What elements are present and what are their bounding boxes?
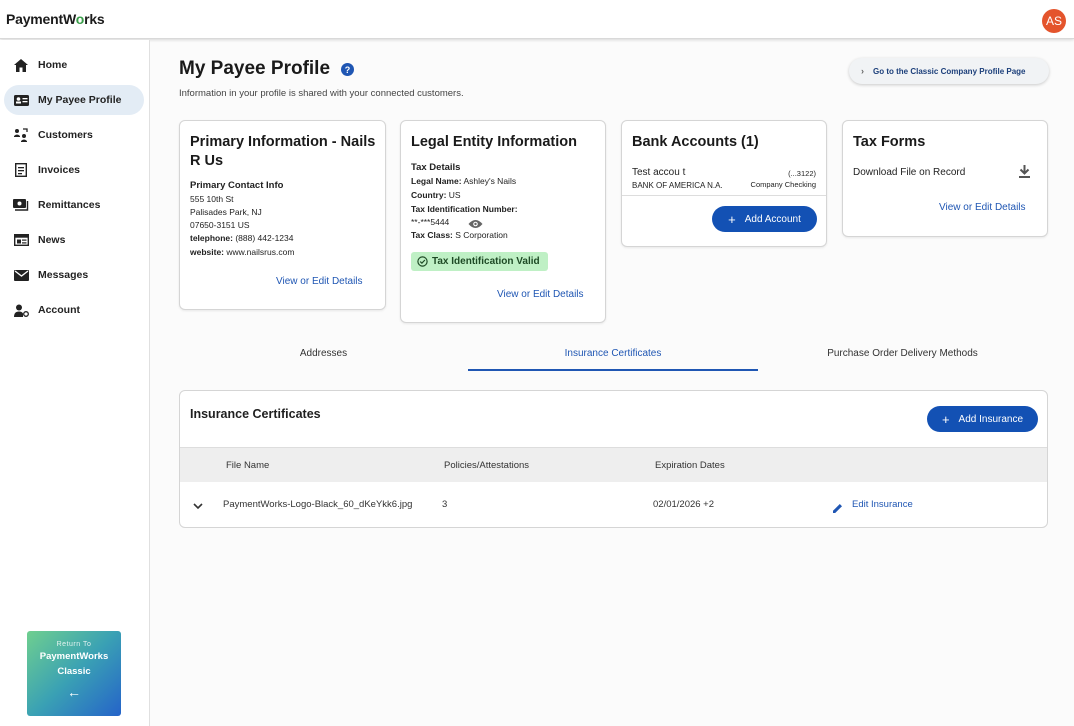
tab-addresses[interactable]: Addresses	[179, 348, 468, 371]
tax-forms-card: Tax Forms Download File on Record View o…	[842, 120, 1048, 237]
insurance-title: Insurance Certificates	[190, 407, 321, 421]
website: website: www.nailsrus.com	[190, 247, 295, 257]
table-header: File Name Policies/Attestations Expirati…	[180, 447, 1047, 482]
plus-icon: +	[728, 211, 736, 227]
policies-cell: 3	[442, 499, 448, 510]
sidebar-item-invoices[interactable]: Invoices	[4, 155, 144, 185]
column-expiration: Expiration Dates	[655, 460, 725, 471]
help-icon[interactable]: ?	[341, 63, 354, 76]
tax-valid-badge: Tax Identification Valid	[411, 252, 548, 271]
tax-forms-view-edit-link[interactable]: View or Edit Details	[939, 202, 1026, 213]
profile-tabs: Addresses Insurance Certificates Purchas…	[179, 348, 1047, 372]
tax-form-download-text: Download File on Record	[853, 167, 966, 178]
page-subtitle: Information in your profile is shared wi…	[179, 88, 464, 99]
tin-value: **-***5444	[411, 217, 450, 227]
classic-return-to-text: Return To	[56, 641, 92, 648]
return-to-classic-button[interactable]: Return To PaymentWorks Classic ←	[27, 631, 121, 716]
page-title: My Payee Profile	[179, 58, 331, 79]
invoice-icon	[4, 163, 38, 177]
app-logo[interactable]: PaymentWorks	[6, 11, 105, 27]
home-icon	[4, 58, 38, 72]
sidebar-item-label: Account	[38, 304, 80, 316]
sidebar-item-label: Invoices	[38, 164, 81, 176]
file-name-cell: PaymentWorks-Logo-Black_60_dKeYkk6.jpg	[223, 499, 413, 510]
legal-view-edit-link[interactable]: View or Edit Details	[497, 289, 584, 300]
tax-valid-label: Tax Identification Valid	[432, 256, 540, 267]
profile-card-icon	[4, 94, 38, 106]
user-avatar[interactable]: AS	[1042, 9, 1066, 33]
sidebar-item-messages[interactable]: Messages	[4, 260, 144, 290]
primary-view-edit-link[interactable]: View or Edit Details	[276, 276, 363, 287]
tax-class: Tax Class: S Corporation	[411, 230, 508, 240]
main-content: My Payee Profile ? Information in your p…	[150, 40, 1074, 726]
expiration-cell: 02/01/2026 +2	[653, 499, 715, 510]
divider	[622, 195, 826, 196]
download-icon[interactable]	[1019, 165, 1030, 183]
account-icon	[4, 304, 38, 317]
sidebar-item-remittances[interactable]: Remittances	[4, 190, 144, 220]
address-line3: 07650-3151 US	[190, 220, 250, 230]
edit-insurance-link[interactable]: Edit Insurance	[852, 499, 913, 510]
plus-icon: +	[941, 411, 950, 427]
add-insurance-button[interactable]: + Add Insurance	[927, 406, 1038, 432]
arrow-left-icon: ←	[67, 684, 81, 700]
tab-insurance-certificates[interactable]: Insurance Certificates	[468, 348, 758, 371]
sidebar-item-my-payee-profile[interactable]: My Payee Profile	[4, 85, 144, 115]
pencil-icon[interactable]	[833, 500, 843, 518]
primary-info-card: Primary Information - Nails R Us Primary…	[179, 120, 386, 310]
classic-profile-label: Go to the Classic Company Profile Page	[873, 66, 1026, 76]
legal-entity-card: Legal Entity Information Tax Details Leg…	[400, 120, 606, 323]
bank-accounts-card: Bank Accounts (1) Test accou t (...3122)…	[621, 120, 827, 247]
remittance-icon	[4, 199, 38, 211]
tab-purchase-order-delivery[interactable]: Purchase Order Delivery Methods	[758, 348, 1047, 371]
sidebar-item-label: Messages	[38, 269, 89, 281]
telephone: telephone: (888) 442-1234	[190, 233, 294, 243]
classic-profile-button[interactable]: › Go to the Classic Company Profile Page	[849, 58, 1049, 84]
add-account-button[interactable]: + Add Account	[712, 206, 817, 232]
sidebar-item-account[interactable]: Account	[4, 295, 144, 325]
chevron-right-icon: ›	[861, 66, 864, 76]
bank-account-name: Test accou t	[632, 167, 686, 178]
classic-line2: Classic	[57, 666, 91, 677]
legal-entity-title: Legal Entity Information	[411, 134, 577, 150]
sidebar: Home My Payee Profile Customers Invoices…	[0, 40, 150, 726]
chevron-down-icon[interactable]	[193, 497, 203, 515]
sidebar-item-label: My Payee Profile	[38, 94, 122, 106]
column-policies: Policies/Attestations	[444, 460, 530, 471]
sidebar-item-news[interactable]: News	[4, 225, 144, 255]
insurance-certificates-card: Insurance Certificates + Add Insurance Fi…	[179, 390, 1048, 528]
tax-forms-title: Tax Forms	[853, 134, 926, 150]
sidebar-item-label: Customers	[38, 129, 93, 141]
add-insurance-label: Add Insurance	[958, 413, 1024, 425]
tax-details-heading: Tax Details	[411, 162, 461, 173]
check-circle-icon	[417, 256, 428, 267]
sidebar-item-label: News	[38, 234, 66, 246]
primary-contact-heading: Primary Contact Info	[190, 180, 284, 191]
top-bar: PaymentWorks AS	[0, 0, 1074, 39]
add-account-label: Add Account	[744, 213, 801, 225]
address-line2: Palisades Park, NJ	[190, 207, 262, 217]
legal-name: Legal Name: Ashley's Nails	[411, 176, 517, 186]
column-file-name: File Name	[226, 460, 270, 471]
bank-account-type: Company Checking	[750, 180, 816, 189]
sidebar-item-label: Remittances	[38, 199, 101, 211]
address-line1: 555 10th St	[190, 194, 234, 204]
tin-label: Tax Identification Number:	[411, 204, 518, 214]
news-icon	[4, 234, 38, 246]
sidebar-item-label: Home	[38, 59, 68, 71]
primary-info-title: Primary Information - Nails R Us	[190, 134, 376, 169]
classic-line1: PaymentWorks	[39, 651, 109, 662]
sidebar-item-home[interactable]: Home	[4, 50, 144, 80]
customers-icon	[4, 128, 38, 142]
mail-icon	[4, 269, 38, 281]
country: Country: US	[411, 190, 461, 200]
bank-name: BANK OF AMERICA N.A.	[632, 181, 723, 190]
bank-accounts-title: Bank Accounts (1)	[632, 134, 759, 150]
sidebar-item-customers[interactable]: Customers	[4, 120, 144, 150]
